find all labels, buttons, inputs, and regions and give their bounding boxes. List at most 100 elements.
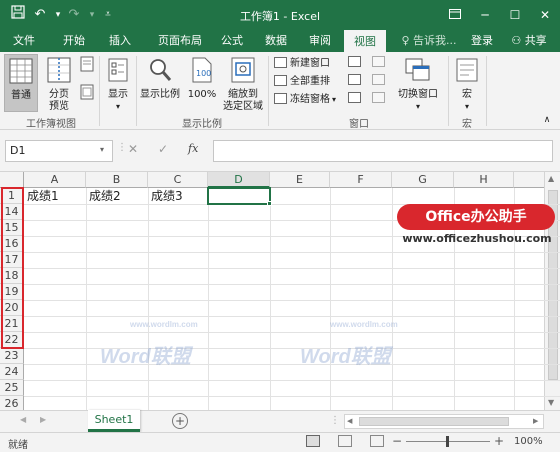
scroll-right-icon[interactable]: ▶ (533, 417, 538, 425)
view-side-by-side-icon[interactable] (370, 56, 386, 70)
column-header-g[interactable]: G (392, 172, 454, 188)
cell-a1[interactable]: 成绩1 (27, 189, 59, 204)
row-header[interactable]: 26 (0, 396, 24, 410)
chevron-down-icon: ▾ (415, 102, 420, 111)
show-button[interactable]: 显示 ▾ (102, 54, 134, 112)
select-all-corner[interactable] (0, 172, 24, 188)
scroll-down-icon[interactable]: ▼ (548, 398, 554, 407)
hide-icon[interactable] (346, 74, 362, 88)
arrange-all-button[interactable]: 全部重排 (274, 74, 330, 90)
reset-position-icon[interactable] (370, 92, 386, 106)
login-link[interactable]: 登录 (466, 30, 498, 52)
collapse-ribbon-icon[interactable]: ∧ (540, 114, 554, 126)
close-icon[interactable]: ✕ (530, 0, 560, 30)
column-header-e[interactable]: E (270, 172, 330, 188)
zoom-label: 显示比例 (140, 89, 180, 100)
watermark: Word联盟 (300, 346, 391, 368)
insert-function-icon[interactable]: fx (188, 142, 198, 155)
new-window-button[interactable]: 新建窗口 (274, 56, 330, 72)
switch-windows-button[interactable]: 切换窗口 ▾ (392, 54, 444, 112)
zoom-selection-label-1: 缩放到 (228, 89, 258, 100)
column-header-c[interactable]: C (148, 172, 208, 188)
sync-scroll-icon[interactable] (370, 74, 386, 88)
office-assistant-url: www.officezhushou.com (402, 232, 552, 245)
row-header[interactable]: 23 (0, 348, 24, 364)
tab-formulas[interactable]: 公式 (212, 30, 252, 52)
column-header-a[interactable]: A (24, 172, 86, 188)
scroll-left-icon[interactable]: ◀ (347, 417, 352, 425)
watermark-url: www.wordlm.com (130, 320, 198, 329)
zoom-100-label: 100% (187, 89, 217, 100)
unhide-icon[interactable] (346, 92, 362, 106)
zoom-slider-thumb[interactable] (446, 436, 449, 447)
zoom-100-icon: 100 (192, 57, 212, 83)
tab-home[interactable]: 开始 (54, 30, 94, 52)
freeze-panes-icon (274, 93, 287, 104)
page-break-label-1: 分页 (49, 89, 69, 100)
zoom-out-icon[interactable]: − (392, 434, 402, 448)
page-layout-status-icon[interactable] (338, 435, 352, 447)
zoom-in-icon[interactable]: + (494, 434, 504, 448)
column-header-d[interactable]: D (208, 172, 270, 188)
row-header[interactable]: 25 (0, 380, 24, 396)
enter-icon[interactable]: ✓ (158, 142, 168, 156)
zoom-100-button[interactable]: 100 100% (184, 54, 220, 112)
tab-file[interactable]: 文件 (4, 30, 44, 52)
column-header-blank (514, 172, 544, 188)
cancel-icon[interactable]: ✕ (128, 142, 138, 156)
page-break-status-icon[interactable] (370, 435, 384, 447)
maximize-icon[interactable]: ☐ (500, 0, 530, 30)
normal-view-button[interactable]: 普通 (4, 54, 38, 112)
tab-page-layout[interactable]: 页面布局 (150, 30, 210, 52)
horizontal-scrollbar[interactable]: ◀ ▶ (344, 414, 544, 429)
chevron-down-icon[interactable]: ▾ (100, 145, 104, 154)
freeze-panes-button[interactable]: 冻结窗格 ▾ (274, 92, 336, 108)
page-layout-view-icon[interactable] (78, 56, 96, 74)
formula-input[interactable] (213, 140, 553, 162)
ribbon-display-icon[interactable] (440, 0, 470, 30)
column-header-f[interactable]: F (330, 172, 392, 188)
more-sheets-icon: ⋮ (330, 415, 340, 426)
zoom-to-selection-button[interactable]: 缩放到 选定区域 (220, 54, 266, 112)
switch-windows-icon (405, 58, 430, 81)
tab-data[interactable]: 数据 (256, 30, 296, 52)
tab-insert[interactable]: 插入 (100, 30, 140, 52)
ribbon-separator (486, 56, 487, 126)
name-box[interactable]: D1 (5, 140, 113, 162)
new-sheet-icon[interactable]: + (172, 413, 188, 429)
fill-handle[interactable] (267, 201, 272, 206)
cell-c1[interactable]: 成绩3 (151, 189, 183, 204)
column-header-h[interactable]: H (454, 172, 514, 188)
freeze-panes-label: 冻结窗格 (290, 94, 330, 105)
scroll-sheets-left-icon[interactable]: ◀ (20, 415, 26, 424)
share-label: 共享 (524, 34, 547, 47)
ribbon: 普通 分页 预览 工作簿视图 显示 ▾ 显示比例 100 100% 缩放到 选定… (0, 52, 560, 130)
status-bar: 就绪 − + 100% (0, 432, 560, 452)
hscroll-thumb[interactable] (359, 417, 509, 426)
chevron-down-icon: ▾ (464, 102, 469, 111)
scroll-up-icon[interactable]: ▲ (548, 174, 554, 183)
chevron-down-icon: ▾ (115, 102, 120, 111)
tell-me-box[interactable]: ♀ 告诉我... (396, 30, 462, 52)
tab-view[interactable]: 视图 (344, 30, 386, 52)
minimize-icon[interactable]: ─ (470, 0, 500, 30)
row-header[interactable]: 24 (0, 364, 24, 380)
active-cell-d1[interactable] (207, 187, 271, 205)
zoom-button[interactable]: 显示比例 (138, 54, 182, 112)
show-label: 显示 (108, 89, 128, 100)
custom-views-icon[interactable] (78, 84, 96, 102)
zoom-level[interactable]: 100% (514, 436, 543, 447)
page-break-preview-button[interactable]: 分页 预览 (42, 54, 76, 112)
column-header-b[interactable]: B (86, 172, 148, 188)
macros-button[interactable]: 宏 ▾ (452, 54, 482, 112)
normal-view-status-icon[interactable] (306, 435, 320, 447)
cell-b1[interactable]: 成绩2 (89, 189, 121, 204)
split-icon[interactable] (346, 56, 362, 70)
scroll-sheets-right-icon[interactable]: ▶ (40, 415, 46, 424)
share-button[interactable]: ⚇ 共享 (502, 30, 556, 52)
sheet-tab-bar: ◀ ▶ Sheet1 + ⋮ ◀ ▶ (0, 410, 560, 432)
sheet-tab-sheet1[interactable]: Sheet1 (88, 410, 140, 432)
office-assistant-banner: Office办公助手 (397, 204, 555, 230)
row-selection-highlight (1, 187, 24, 349)
tab-review[interactable]: 审阅 (300, 30, 340, 52)
